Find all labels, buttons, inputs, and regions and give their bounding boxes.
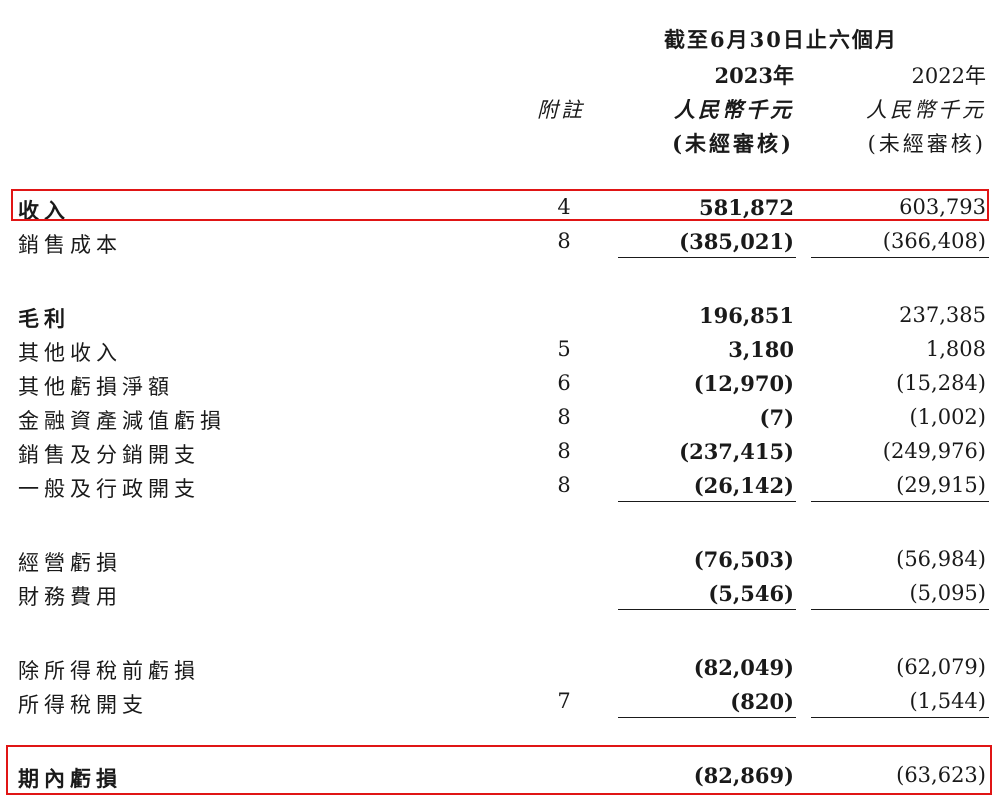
year-current: 2023年 (714, 63, 794, 88)
currency-prior: 人民幣千元 (866, 98, 986, 122)
row-label: 毛利 (18, 306, 70, 331)
subtotal-rule (811, 609, 989, 610)
subtotal-rule (618, 609, 796, 610)
row-value-2022: (366,408) (882, 229, 986, 253)
row-label: 財務費用 (18, 585, 122, 609)
note-column-header: 附註 (537, 98, 585, 122)
row-label: 其他收入 (18, 341, 122, 365)
row-note: 5 (557, 337, 571, 361)
row-value-2023: 196,851 (699, 303, 794, 328)
row-value-2022: (1,002) (909, 405, 986, 429)
row-value-2022: 237,385 (899, 303, 986, 327)
row-label: 一般及行政開支 (18, 477, 200, 501)
row-value-2023: (7) (759, 405, 794, 430)
row-value-2023: (12,970) (693, 371, 794, 396)
currency-current: 人民幣千元 (674, 97, 794, 122)
row-value-2023: (82,049) (693, 655, 794, 680)
row-value-2023: (237,415) (679, 439, 794, 464)
subtotal-rule (618, 717, 796, 718)
period-heading: 截至6月30日止六個月 (664, 27, 898, 52)
audit-current: (未經審核) (672, 131, 794, 156)
row-value-2023: 3,180 (728, 337, 794, 362)
row-note: 7 (557, 689, 571, 713)
subtotal-rule (811, 717, 989, 718)
subtotal-rule (618, 257, 796, 258)
row-value-2022: (29,915) (896, 473, 986, 497)
subtotal-rule (618, 501, 796, 502)
row-value-2023: (26,142) (693, 473, 794, 498)
row-label: 所得稅開支 (18, 693, 148, 717)
row-label: 其他虧損淨額 (18, 375, 174, 399)
year-prior: 2022年 (911, 64, 986, 88)
row-label: 銷售成本 (18, 233, 122, 257)
row-value-2023: (820) (730, 689, 794, 714)
row-note: 6 (557, 371, 571, 395)
subtotal-rule (811, 257, 989, 258)
row-value-2023: (76,503) (693, 547, 794, 572)
row-label: 除所得稅前虧損 (18, 659, 200, 683)
row-value-2022: (1,544) (909, 689, 986, 713)
highlight-box-revenue (11, 189, 989, 221)
row-value-2022: (15,284) (896, 371, 986, 395)
row-value-2023: (385,021) (679, 229, 794, 254)
highlight-box-period-loss (6, 745, 992, 795)
row-label: 經營虧損 (18, 551, 122, 575)
row-value-2022: (56,984) (896, 547, 986, 571)
audit-prior: (未經審核) (867, 132, 986, 156)
row-note: 8 (557, 473, 571, 497)
subtotal-rule (811, 501, 989, 502)
row-note: 8 (557, 439, 571, 463)
row-value-2022: (5,095) (909, 581, 986, 605)
row-note: 8 (557, 405, 571, 429)
row-value-2022: (249,976) (882, 439, 986, 463)
row-value-2022: (62,079) (896, 655, 986, 679)
row-label: 銷售及分銷開支 (18, 443, 200, 467)
row-label: 金融資產減值虧損 (18, 409, 226, 433)
row-value-2022: 1,808 (925, 337, 986, 361)
row-note: 8 (557, 229, 571, 253)
row-value-2023: (5,546) (708, 581, 794, 606)
